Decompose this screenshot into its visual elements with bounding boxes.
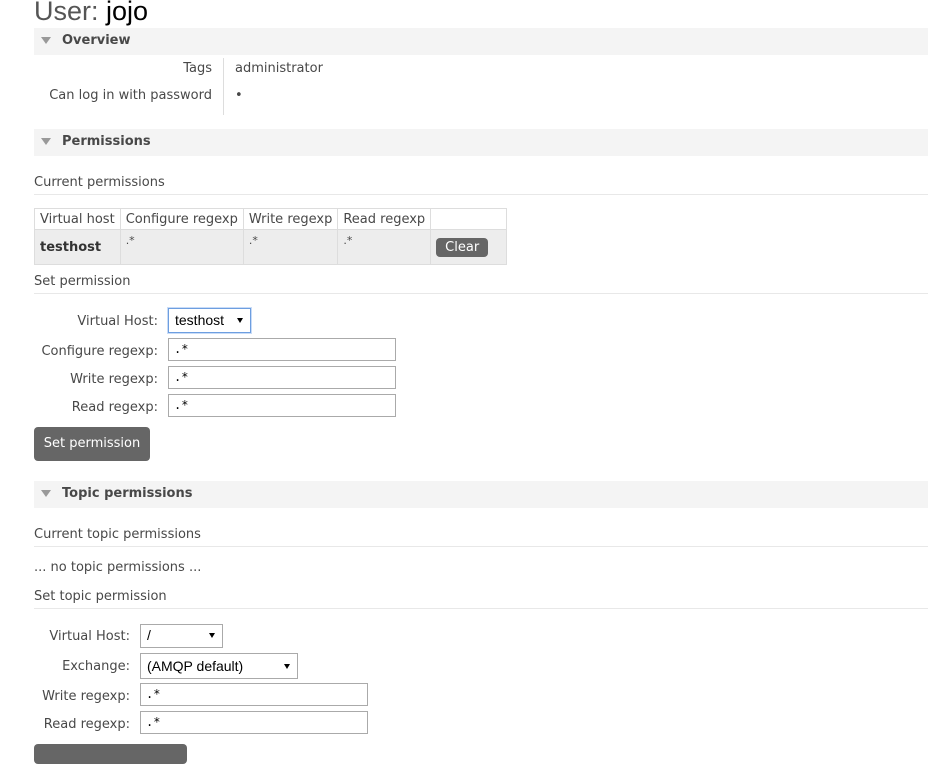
- cell-actions: Clear: [430, 229, 508, 265]
- page-title-prefix: User:: [34, 0, 99, 26]
- overview-divider: [223, 58, 224, 115]
- table-header-row: Virtual host Configure regexp Write rege…: [34, 208, 508, 230]
- topic-read-regexp-label: Read regexp:: [43, 717, 130, 732]
- topic-virtual-host-select[interactable]: /: [140, 624, 223, 648]
- virtual-host-label: Virtual Host:: [77, 314, 158, 329]
- current-topic-permissions-heading: Current topic permissions: [34, 527, 928, 547]
- permissions-table: Virtual host Configure regexp Write rege…: [34, 208, 508, 265]
- cell-write-regexp: .*: [242, 229, 339, 265]
- write-regexp-input[interactable]: .*: [168, 366, 396, 389]
- topic-write-regexp-input[interactable]: .*: [140, 683, 368, 706]
- column-header-actions: [430, 208, 508, 230]
- topic-permissions-section-title: Topic permissions: [62, 486, 193, 501]
- overview-section-title: Overview: [62, 33, 131, 48]
- can-login-label: Can log in with password: [49, 88, 212, 103]
- collapse-triangle-icon: [41, 490, 51, 497]
- topic-virtual-host-select-value: /: [147, 627, 151, 643]
- overview-section-header[interactable]: Overview: [34, 28, 928, 55]
- exchange-select[interactable]: (AMQP default): [140, 653, 298, 679]
- dropdown-arrow-icon: [209, 633, 215, 638]
- dropdown-arrow-icon: [284, 664, 290, 669]
- topic-permissions-section-header[interactable]: Topic permissions: [34, 481, 928, 508]
- exchange-select-value: (AMQP default): [147, 658, 244, 674]
- configure-regexp-label: Configure regexp:: [41, 344, 158, 359]
- column-header-write-regexp: Write regexp: [242, 208, 339, 230]
- set-topic-permission-button[interactable]: [34, 744, 187, 764]
- read-regexp-label: Read regexp:: [71, 400, 158, 415]
- set-permission-heading: Set permission: [34, 274, 928, 294]
- set-topic-permission-heading: Set topic permission: [34, 589, 928, 609]
- column-header-virtual-host: Virtual host: [34, 208, 121, 230]
- topic-virtual-host-label: Virtual Host:: [49, 629, 130, 644]
- set-permission-button[interactable]: Set permission: [34, 427, 150, 461]
- exchange-label: Exchange:: [62, 659, 130, 674]
- tags-label: Tags: [183, 61, 212, 76]
- column-header-configure-regexp: Configure regexp: [119, 208, 244, 230]
- configure-regexp-input[interactable]: .*: [168, 338, 396, 361]
- virtual-host-select[interactable]: testhost: [168, 308, 251, 333]
- permissions-section-title: Permissions: [62, 134, 151, 149]
- cell-configure-regexp: .*: [119, 229, 244, 265]
- dropdown-arrow-icon: [237, 318, 243, 323]
- page-title-username: jojo: [106, 0, 149, 26]
- table-row: testhost .* .* .* Clear: [34, 229, 508, 265]
- page-title: User: jojo: [34, 0, 148, 27]
- collapse-triangle-icon: [41, 37, 51, 44]
- read-regexp-input[interactable]: .*: [168, 394, 396, 417]
- cell-virtual-host: testhost: [34, 229, 121, 265]
- topic-read-regexp-input[interactable]: .*: [140, 711, 368, 734]
- current-permissions-heading: Current permissions: [34, 175, 928, 195]
- topic-write-regexp-label: Write regexp:: [42, 689, 130, 704]
- collapse-triangle-icon: [41, 138, 51, 145]
- clear-permission-button[interactable]: Clear: [436, 237, 489, 257]
- no-topic-permissions-text: ... no topic permissions ...: [34, 560, 202, 575]
- can-login-value: •: [235, 88, 243, 103]
- tags-value: administrator: [235, 61, 323, 76]
- virtual-host-select-value: testhost: [175, 312, 225, 328]
- write-regexp-label: Write regexp:: [70, 372, 158, 387]
- column-header-read-regexp: Read regexp: [337, 208, 432, 230]
- permissions-section-header[interactable]: Permissions: [34, 129, 928, 156]
- cell-read-regexp: .*: [337, 229, 432, 265]
